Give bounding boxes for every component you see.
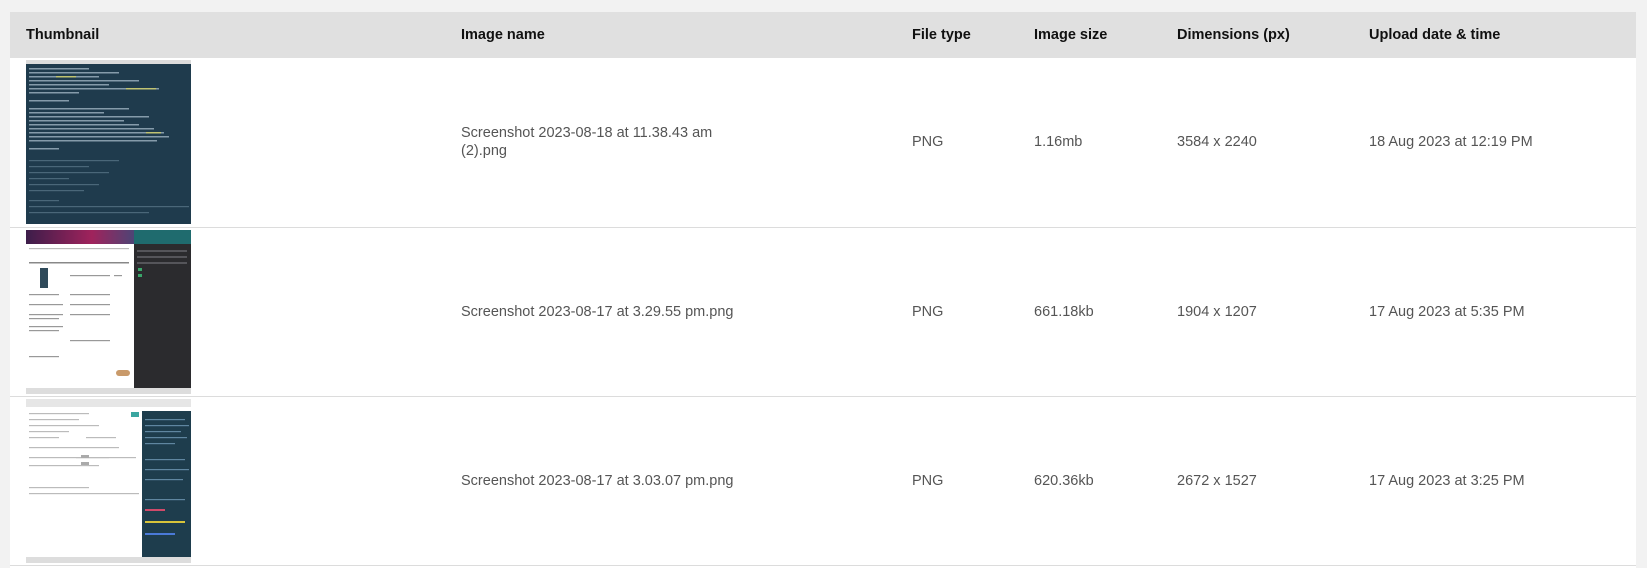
image-name[interactable]: Screenshot 2023-08-17 at 3.29.55 pm.png	[461, 227, 912, 396]
image-name[interactable]: Screenshot 2023-08-17 at 3.03.07 pm.png	[461, 396, 912, 565]
thumbnail-cell	[10, 227, 461, 396]
image-size: 1.16mb	[1034, 134, 1083, 151]
thumbnail-cell	[10, 396, 461, 565]
image-size: 661.18kb	[1034, 303, 1094, 320]
upload-date: 18 Aug 2023 at 12:19 PM	[1369, 134, 1533, 151]
upload-date: 17 Aug 2023 at 3:25 PM	[1369, 472, 1525, 489]
column-header-image-name[interactable]: Image name	[461, 12, 912, 58]
column-header-image-size[interactable]: Image size	[1034, 12, 1177, 58]
image-name[interactable]: Screenshot 2023-08-18 at 11.38.43 am (2)…	[461, 58, 912, 227]
column-header-dimensions[interactable]: Dimensions (px)	[1177, 12, 1369, 58]
image-dimensions: 1904 x 1207	[1177, 303, 1257, 320]
table-row[interactable]: Screenshot 2023-08-18 at 11.38.43 am (2)…	[10, 58, 1636, 227]
table-row[interactable]: Screenshot 2023-08-17 at 3.03.07 pm.png …	[10, 396, 1636, 565]
file-type: PNG	[912, 303, 944, 320]
image-thumbnail[interactable]	[26, 60, 191, 225]
column-header-file-type[interactable]: File type	[912, 12, 1034, 58]
image-dimensions: 3584 x 2240	[1177, 134, 1257, 151]
file-type: PNG	[912, 472, 944, 489]
image-thumbnail[interactable]	[26, 229, 191, 394]
image-size: 620.36kb	[1034, 472, 1094, 489]
upload-date: 17 Aug 2023 at 5:35 PM	[1369, 303, 1525, 320]
table-header-row: Thumbnail Image name File type Image siz…	[10, 12, 1636, 58]
column-header-upload-date[interactable]: Upload date & time	[1369, 12, 1636, 58]
thumbnail-cell	[10, 58, 461, 227]
column-header-thumbnail[interactable]: Thumbnail	[10, 12, 461, 58]
image-dimensions: 2672 x 1527	[1177, 472, 1257, 489]
image-thumbnail[interactable]	[26, 398, 191, 563]
table-row[interactable]: Screenshot 2023-08-17 at 3.29.55 pm.png …	[10, 227, 1636, 396]
image-table-container: Thumbnail Image name File type Image siz…	[10, 12, 1636, 568]
file-type: PNG	[912, 134, 944, 151]
image-table: Thumbnail Image name File type Image siz…	[10, 12, 1636, 566]
